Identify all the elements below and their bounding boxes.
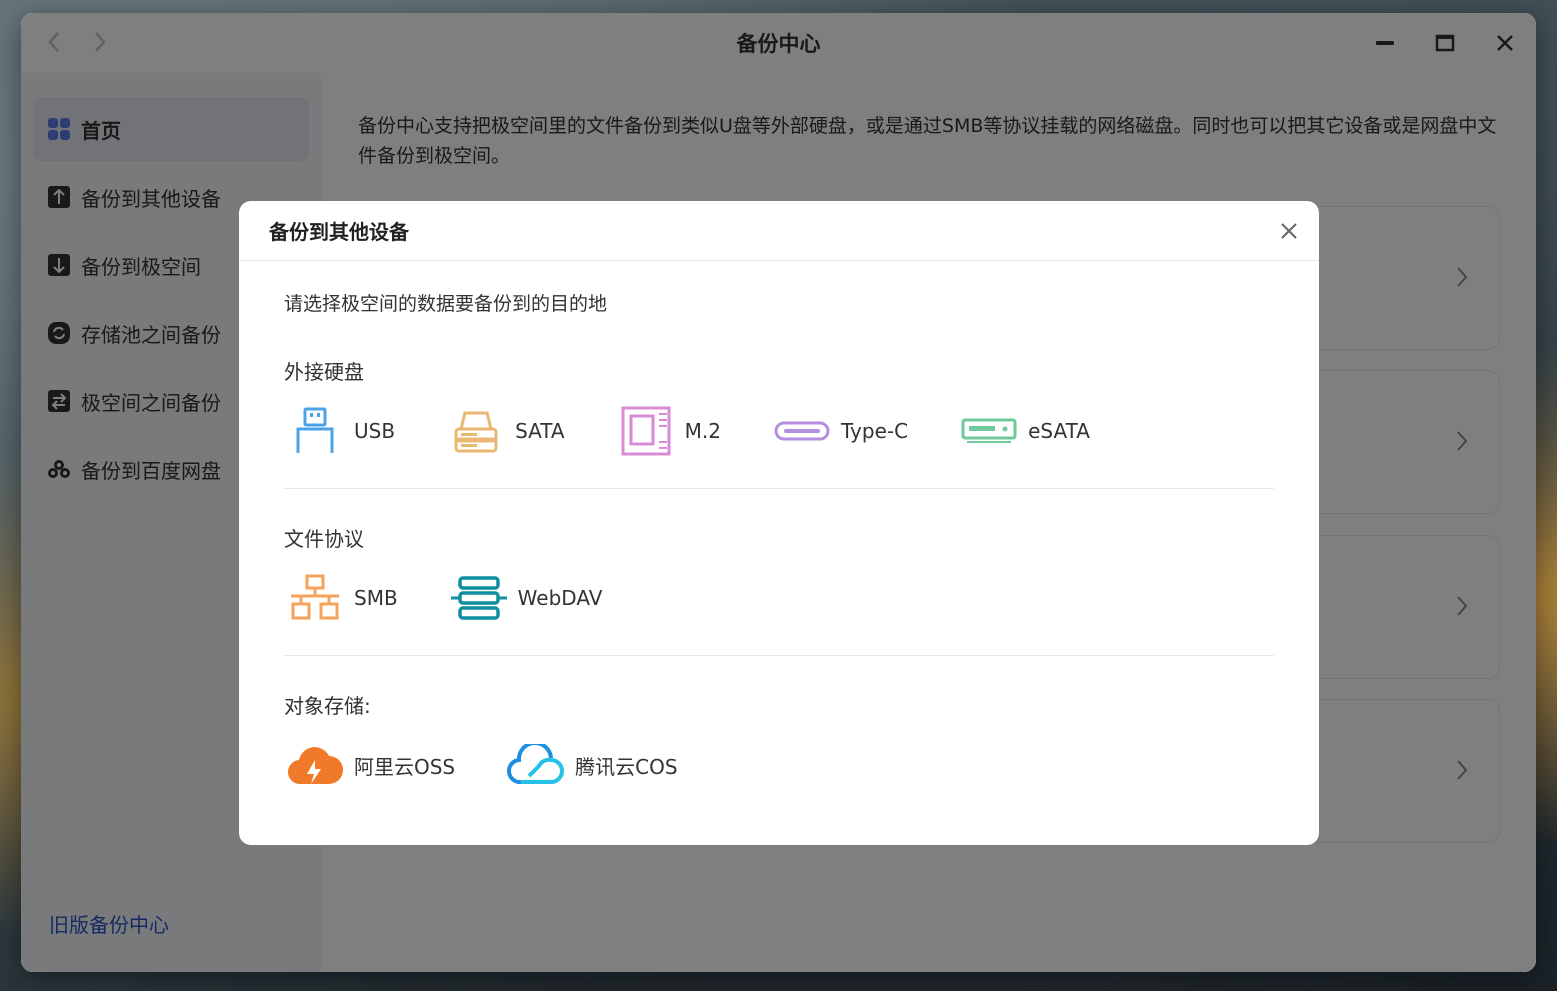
option-label: M.2 [684,419,721,443]
tencent-cos-icon [505,739,567,791]
option-label: SMB [354,586,398,610]
sata-drive-icon [445,405,507,457]
smb-network-icon [284,572,346,624]
option-webdav[interactable]: WebDAV [448,572,603,624]
option-type-c[interactable]: Type-C [771,405,908,457]
option-label: SATA [515,419,565,443]
option-esata[interactable]: eSATA [958,405,1090,457]
dialog-title: 备份到其他设备 [269,220,409,244]
option-label: eSATA [1028,419,1090,443]
option-label: Type-C [840,419,909,443]
option-sata[interactable]: SATA [445,405,565,457]
backup-destination-dialog: 备份到其他设备 请选择极空间的数据要备份到的目的地 外接硬盘 USB SATA [239,201,1319,845]
dialog-close-button[interactable] [1277,219,1301,243]
esata-icon [958,405,1020,457]
aliyun-oss-icon [284,739,346,791]
file-protocol-options: SMB WebDAV [284,568,1274,628]
section-title-file-protocols: 文件协议 [284,527,364,551]
object-storage-options: 阿里云OSS 腾讯云COS [284,735,1274,795]
section-divider [284,488,1274,489]
usb-icon [284,405,346,457]
webdav-icon [448,572,510,624]
dialog-prompt: 请选择极空间的数据要备份到的目的地 [284,293,608,315]
dialog-header: 备份到其他设备 [239,201,1319,261]
close-icon [1281,223,1297,239]
option-tencent-cos[interactable]: 腾讯云COS [505,739,678,791]
option-label: 腾讯云COS [575,754,678,779]
option-aliyun-oss[interactable]: 阿里云OSS [284,739,455,791]
type-c-icon [771,405,833,457]
section-title-external-drives: 外接硬盘 [284,360,364,384]
option-label: USB [354,419,396,443]
m2-icon [615,405,677,457]
option-smb[interactable]: SMB [284,572,398,624]
option-m2[interactable]: M.2 [615,405,721,457]
section-divider [284,655,1274,656]
external-drive-options: USB SATA M.2 Type-C eSATA [284,401,1274,461]
option-label: 阿里云OSS [354,754,456,779]
dialog-body: 请选择极空间的数据要备份到的目的地 外接硬盘 USB SATA M.2 Type… [239,289,1319,795]
option-usb[interactable]: USB [284,405,395,457]
section-title-object-storage: 对象存储: [284,694,371,718]
option-label: WebDAV [517,586,603,610]
